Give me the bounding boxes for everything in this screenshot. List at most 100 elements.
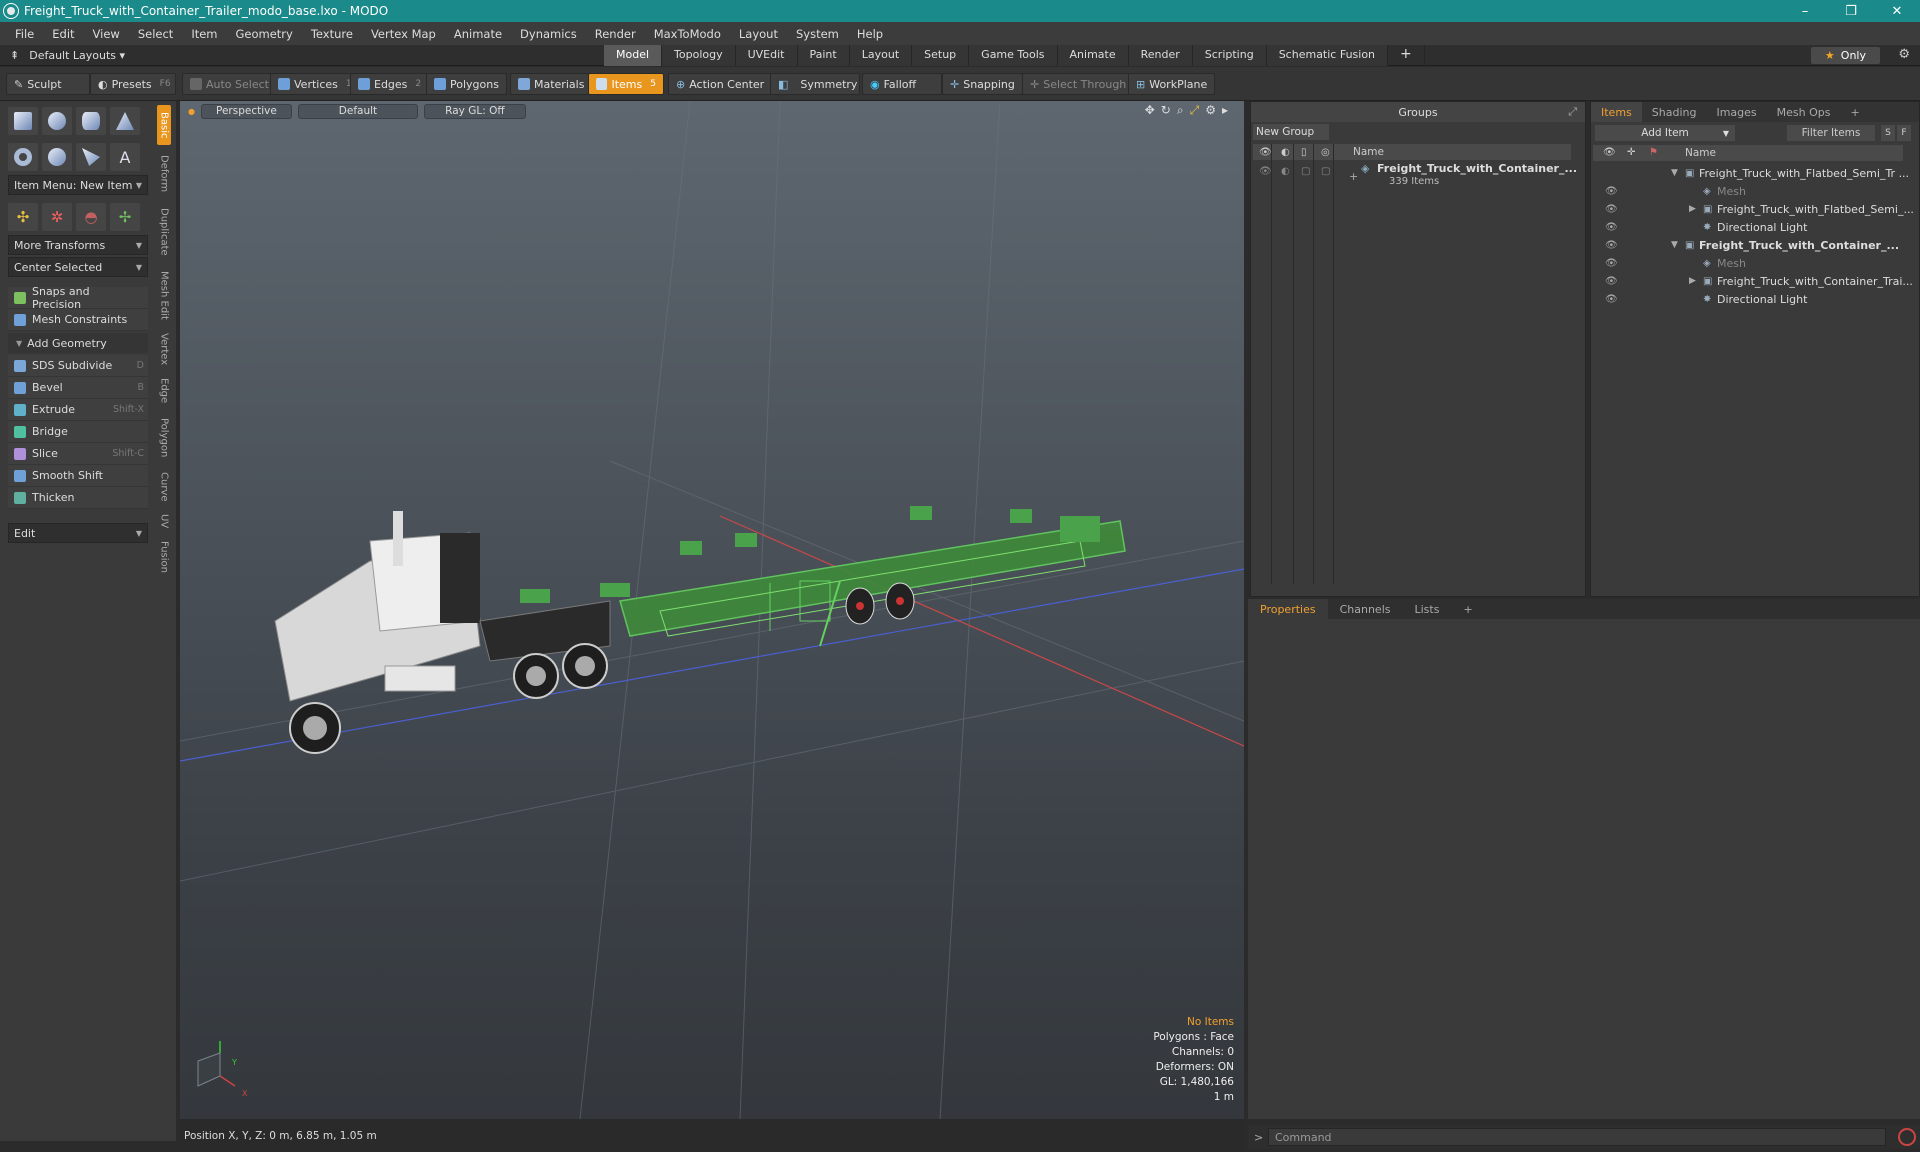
visibility-eye-icon[interactable]: 👁 (1605, 186, 1618, 197)
items-tree-row[interactable]: 👁 ✸ Directional Light (1593, 290, 1903, 308)
group-row[interactable]: 👁 ◐ ▢ ▢ + ◈ Freight_Truck_with_Container… (1253, 162, 1577, 194)
menu-layout[interactable]: Layout (730, 27, 787, 41)
items-tree-row[interactable]: 👁 ▶ ▣ Freight_Truck_with_Flatbed_Semi_... (1593, 200, 1914, 218)
sphere-icon[interactable] (42, 107, 72, 135)
vtab-vertex[interactable]: Vertex (157, 327, 171, 371)
workplane-button[interactable]: ⊞ WorkPlane (1128, 73, 1216, 95)
snaps-precision-button[interactable]: Snaps and Precision (8, 285, 148, 311)
menu-view[interactable]: View (84, 27, 129, 41)
add-panel-tab-button[interactable]: + (1841, 106, 1870, 119)
shading-default-button[interactable]: Default (297, 103, 419, 119)
action-center-button[interactable]: ⊕ Action Center (668, 73, 773, 95)
tab-game-tools[interactable]: Game Tools (969, 45, 1058, 66)
tree-expand-icon[interactable]: ▼ (1671, 168, 1678, 178)
viewport-settings-icon[interactable]: ⚙ (1205, 103, 1216, 118)
tool-sds-subdivide-button[interactable]: SDS Subdivide D (8, 355, 148, 377)
tab-scripting[interactable]: Scripting (1192, 45, 1267, 66)
tab-uvedit[interactable]: UVEdit (735, 45, 798, 66)
menu-render[interactable]: Render (586, 27, 645, 41)
snapping-button[interactable]: ✛ Snapping (942, 73, 1023, 95)
vtab-polygon[interactable]: Polygon (157, 411, 171, 465)
vtab-basic[interactable]: Basic (157, 105, 171, 145)
tree-expand-icon[interactable]: ▶ (1689, 276, 1696, 286)
only-button[interactable]: ★ Only (1810, 47, 1880, 64)
tool-bevel-button[interactable]: Bevel B (8, 377, 148, 399)
items-tree-row[interactable]: 👁 ▶ ▣ Freight_Truck_with_Container_Trai... (1593, 272, 1913, 290)
menu-select[interactable]: Select (129, 27, 182, 41)
more-transforms-dropdown[interactable]: More Transforms ▼ (8, 235, 148, 255)
tab-model[interactable]: Model (604, 45, 663, 66)
group-render-icon[interactable]: ◐ (1281, 166, 1290, 177)
filter-s-button[interactable]: S (1881, 125, 1895, 141)
tool-slice-button[interactable]: Slice Shift-C (8, 443, 148, 465)
materials-button[interactable]: Materials (510, 73, 593, 95)
symmetry-button[interactable]: ◧ Symmetry (770, 73, 860, 95)
visibility-eye-icon[interactable]: 👁 (1605, 204, 1618, 215)
vtab-fusion[interactable]: Fusion (157, 535, 171, 579)
orbit-icon[interactable]: ↻ (1161, 103, 1171, 118)
minimize-button[interactable]: – (1782, 0, 1828, 22)
tab-channels[interactable]: Channels (1328, 603, 1403, 616)
maximize-button[interactable]: ❐ (1828, 0, 1874, 22)
polygons-button[interactable]: Polygons (426, 73, 507, 95)
items-tree-row[interactable]: 👁 ✸ Directional Light (1593, 218, 1903, 236)
gear-icon[interactable]: ⚙ (1898, 47, 1910, 62)
move-icon[interactable]: ✣ (8, 203, 38, 231)
menu-edit[interactable]: Edit (43, 27, 83, 41)
command-record-icon[interactable] (1898, 1128, 1916, 1146)
tab-schematic-fusion[interactable]: Schematic Fusion (1266, 45, 1389, 66)
tab-images[interactable]: Images (1706, 106, 1766, 119)
group-expand-icon[interactable]: + (1349, 170, 1358, 183)
viewport-more-icon[interactable]: ▸ (1222, 103, 1228, 118)
3d-viewport[interactable]: ● Perspective Default Ray GL: Off ✥ ↻ ⌕ … (180, 101, 1244, 1119)
zoom-icon[interactable]: ⌕ (1177, 103, 1184, 118)
container-trailer-model[interactable] (520, 506, 1126, 647)
menu-geometry[interactable]: Geometry (227, 27, 302, 41)
raygl-button[interactable]: Ray GL: Off (424, 103, 526, 119)
add-geometry-header[interactable]: ▼ Add Geometry (8, 333, 148, 353)
menu-maxtomodo[interactable]: MaxToModo (645, 27, 730, 41)
tab-topology[interactable]: Topology (662, 45, 736, 66)
vtab-uv[interactable]: UV (157, 509, 171, 533)
menu-vertex-map[interactable]: Vertex Map (362, 27, 445, 41)
center-selected-dropdown[interactable]: Center Selected ▼ (8, 257, 148, 277)
add-tab-button[interactable]: + (1388, 45, 1425, 66)
command-input[interactable]: Command (1268, 1128, 1886, 1146)
tab-layout[interactable]: Layout (849, 45, 913, 66)
visibility-eye-icon[interactable]: 👁 (1605, 276, 1618, 287)
scale-icon[interactable]: ◓ (76, 203, 106, 231)
falloff-button[interactable]: ◉ Falloff (862, 73, 942, 95)
capsule-icon[interactable] (42, 143, 72, 171)
filter-f-button[interactable]: F (1897, 125, 1911, 141)
tab-animate[interactable]: Animate (1057, 45, 1129, 66)
items-tree-row[interactable]: 👁 ▼ ▣ Freight_Truck_with_Container_... (1593, 236, 1903, 254)
items-tree-row[interactable]: 👁 ◈ Mesh (1593, 182, 1903, 200)
tab-paint[interactable]: Paint (797, 45, 850, 66)
tab-shading[interactable]: Shading (1642, 106, 1707, 119)
transform-icon[interactable]: ✢ (110, 203, 140, 231)
cone-icon[interactable] (110, 107, 140, 135)
items-tree-row[interactable]: 👁 ◈ Mesh (1593, 254, 1903, 272)
cube-icon[interactable] (8, 107, 38, 135)
visibility-eye-icon[interactable]: 👁 (1605, 240, 1618, 251)
tool-bridge-button[interactable]: Bridge (8, 421, 148, 443)
presets-button[interactable]: ◐ Presets F6 (90, 73, 176, 95)
menu-dynamics[interactable]: Dynamics (511, 27, 586, 41)
group-select-icon[interactable]: ▢ (1321, 166, 1330, 177)
scene-canvas[interactable] (180, 101, 1244, 1119)
perspective-button[interactable]: Perspective (200, 103, 292, 119)
edges-button[interactable]: Edges 2 (350, 73, 430, 95)
add-item-dropdown[interactable]: Add Item ▼ (1595, 125, 1735, 141)
text-icon[interactable]: A (110, 143, 140, 171)
menu-item[interactable]: Item (182, 27, 226, 41)
tool-smooth-shift-button[interactable]: Smooth Shift (8, 465, 148, 487)
items-tree-row[interactable]: ▼ ▣ Freight_Truck_with_Flatbed_Semi_Tr ... (1593, 164, 1909, 182)
torus-icon[interactable] (8, 143, 38, 171)
menu-system[interactable]: System (787, 27, 848, 41)
menu-file[interactable]: File (6, 27, 43, 41)
mesh-constraints-button[interactable]: Mesh Constraints (8, 309, 148, 331)
visibility-eye-icon[interactable]: 👁 (1605, 258, 1618, 269)
tab-mesh-ops[interactable]: Mesh Ops (1767, 106, 1841, 119)
cylinder-icon[interactable] (76, 107, 106, 135)
filter-items-input[interactable]: Filter Items (1787, 125, 1875, 141)
